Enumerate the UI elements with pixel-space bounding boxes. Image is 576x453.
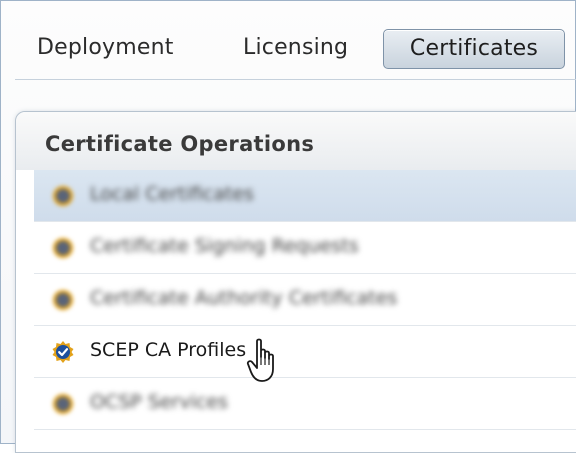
list-item-certificate-signing-requests[interactable]: Certificate Signing Requests: [34, 222, 576, 274]
list-item-local-certificates[interactable]: Local Certificates: [34, 170, 576, 222]
operations-list: Local Certificates Certificate Signing R…: [34, 170, 576, 430]
tab-divider: [15, 79, 576, 80]
list-item-scep-ca-profiles[interactable]: SCEP CA Profiles: [34, 326, 576, 378]
certificate-operations-panel: Certificate Operations Local Certificate…: [15, 111, 576, 453]
panel-header: Certificate Operations: [16, 112, 576, 170]
app-window: Deployment Licensing Certificates Certif…: [0, 0, 576, 453]
list-item-label: Certificate Authority Certificates: [90, 287, 398, 309]
certificate-icon: [53, 394, 73, 414]
certificate-icon: [53, 186, 73, 206]
list-item-label: Local Certificates: [90, 183, 254, 205]
tab-bar: Deployment Licensing Certificates: [7, 23, 576, 80]
tab-deployment[interactable]: Deployment: [37, 29, 174, 67]
certificate-check-icon: [52, 341, 74, 363]
list-item-label: OCSP Services: [90, 391, 228, 413]
list-item-ocsp-services[interactable]: OCSP Services: [34, 378, 576, 430]
certificate-icon: [53, 290, 73, 310]
hand-pointer-icon: [246, 338, 274, 382]
panel-title: Certificate Operations: [45, 132, 315, 156]
list-item-certificate-authority-certificates[interactable]: Certificate Authority Certificates: [34, 274, 576, 326]
list-item-label: SCEP CA Profiles: [90, 339, 247, 361]
certificate-icon: [53, 238, 73, 258]
tab-licensing[interactable]: Licensing: [243, 29, 348, 67]
list-item-label: Certificate Signing Requests: [90, 235, 359, 257]
tab-certificates[interactable]: Certificates: [383, 29, 565, 69]
